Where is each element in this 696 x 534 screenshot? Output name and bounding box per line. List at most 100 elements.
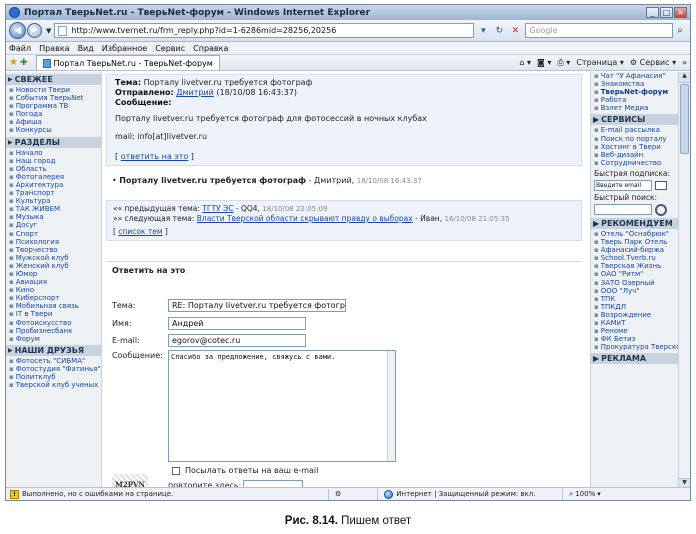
tools-menu[interactable]: ⚙ Сервис ▾	[630, 58, 676, 67]
menu-file[interactable]: Файл	[9, 44, 31, 53]
sidebar-item[interactable]: ▪ Тверской клуб ученых	[6, 381, 101, 389]
post-author-link[interactable]: Дмитрий	[176, 88, 214, 97]
sidebar-item[interactable]: ▪ Пробизнесбанк	[6, 327, 101, 335]
sidebar-item[interactable]: ▪ События ТверьNet	[6, 94, 101, 102]
right-link-item[interactable]: ▪ School.Tverb.ru	[591, 254, 678, 262]
right-link-item[interactable]: ▪ Поиск по порталу	[591, 135, 678, 143]
topic-list-link[interactable]: список тем	[118, 227, 162, 236]
url-field[interactable]: http://www.tvernet.ru/frm_reply.php?id=1…	[54, 23, 475, 38]
right-link-item[interactable]: ▪ Тверь Парк Отель	[591, 238, 678, 246]
email-field[interactable]: egorov@cotec.ru	[168, 334, 306, 347]
sidebar-item[interactable]: ▪ Мобильная связь	[6, 302, 101, 310]
sidebar-item[interactable]: ▪ Политклуб	[6, 373, 101, 381]
right-link-item[interactable]: ▪Прокуратура Тверской области	[591, 343, 678, 351]
menu-edit[interactable]: Правка	[39, 44, 69, 53]
thread-title[interactable]: Порталу livetver.ru требуется фотограф	[119, 176, 306, 185]
scroll-thumb[interactable]	[680, 84, 689, 154]
search-input[interactable]: Google	[525, 23, 673, 38]
sidebar-item[interactable]: ▪ Музыка	[6, 213, 101, 221]
right-link-item[interactable]: ▪ Возрождение	[591, 311, 678, 319]
right-link-item[interactable]: ▪ Отель "Оснабрюк"	[591, 230, 678, 238]
right-link-item[interactable]: ▪ Взлет Медиа	[591, 104, 678, 112]
sidebar-item[interactable]: ▪ Фотостудия "Фатинья"	[6, 365, 101, 373]
sidebar-item[interactable]: ▪ Юмор	[6, 270, 101, 278]
textarea-scrollbar[interactable]	[387, 351, 395, 461]
name-field[interactable]: Андрей	[168, 317, 306, 330]
notify-checkbox[interactable]	[172, 466, 180, 475]
print-icon[interactable]: ⎙ ▾	[557, 58, 570, 68]
sidebar-item[interactable]: ▪ Фотосеть "СИБМА"	[6, 357, 101, 365]
right-link-item[interactable]: ▪ Афанасий-биржа	[591, 246, 678, 254]
back-button[interactable]: ◀	[9, 22, 26, 39]
chevron-right-icon[interactable]: »	[682, 58, 687, 67]
right-link-item[interactable]: ▪ Работа	[591, 96, 678, 104]
menu-view[interactable]: Вид	[78, 44, 94, 53]
url-dropdown-icon[interactable]: ▾	[476, 24, 490, 38]
menu-help[interactable]: Справка	[193, 44, 228, 53]
zoom-level[interactable]: 100%	[575, 490, 595, 498]
sidebar-item[interactable]: ▪ Наш город	[6, 157, 101, 165]
right-link-item[interactable]: ▪ ТПК	[591, 295, 678, 303]
magnifier-icon[interactable]	[655, 203, 667, 216]
sidebar-item[interactable]: ▪ Конкурсы	[6, 126, 101, 134]
subscribe-input[interactable]: Введите email	[594, 179, 652, 191]
page-menu[interactable]: Страница ▾	[576, 58, 624, 67]
menu-favorites[interactable]: Избранное	[102, 44, 147, 53]
right-link-item[interactable]: ▪ ЗАТО Озерный	[591, 279, 678, 287]
sidebar-item[interactable]: ▪ Форум	[6, 335, 101, 343]
forward-button[interactable]: ▶	[27, 23, 42, 38]
right-link-item[interactable]: ▪ ООО "Луч"	[591, 287, 678, 295]
sidebar-item[interactable]: ▪ Начало	[6, 149, 101, 157]
sidebar-item[interactable]: ▪ Фотогалерея	[6, 173, 101, 181]
right-link-item[interactable]: ▪ Хостинг в Твери	[591, 143, 678, 151]
stop-icon[interactable]: ✕	[508, 24, 522, 38]
sidebar-item[interactable]: ▪ Новости Твери	[6, 86, 101, 94]
tab-current[interactable]: Портал ТверьNet.ru - ТверьNet-форум	[35, 55, 220, 70]
right-link-item[interactable]: ▪ Тверская Жизнь	[591, 262, 678, 270]
sidebar-item[interactable]: ▪ ТАК ЖИВЕМ	[6, 205, 101, 213]
warning-icon[interactable]: !	[10, 489, 19, 499]
menu-tools[interactable]: Сервис	[155, 44, 185, 53]
quick-search-input[interactable]	[594, 204, 652, 216]
scroll-up-icon[interactable]: ▲	[679, 72, 690, 83]
right-link-item[interactable]: ▪ Сотрудничество	[591, 159, 678, 167]
right-link-item[interactable]: ▪ Знакомства	[591, 80, 678, 88]
right-link-item[interactable]: ▪ E-mail рассылка	[591, 126, 678, 134]
add-favorite-icon[interactable]: ✚	[20, 58, 28, 68]
sidebar-item[interactable]: ▪ Транспорт	[6, 189, 101, 197]
zoom-dropdown-icon[interactable]: ▾	[597, 490, 601, 498]
right-link-item[interactable]: ▪ Чат "У Афанасия"	[591, 72, 678, 80]
right-link-item[interactable]: ▪ ОАО "Ритм"	[591, 270, 678, 278]
subject-field[interactable]: RE: Порталу livetver.ru требуется фотогр	[168, 299, 346, 312]
sidebar-item[interactable]: ▪ Фотоискусство	[6, 319, 101, 327]
refresh-icon[interactable]: ↻	[492, 24, 506, 38]
sidebar-item[interactable]: ▪ Творчество	[6, 246, 101, 254]
page-scrollbar[interactable]: ▲ ▼	[678, 72, 690, 489]
maximize-button[interactable]: □	[660, 7, 673, 18]
reply-link[interactable]: ответить на это	[121, 152, 189, 161]
sidebar-item[interactable]: ▪ Мужской клуб	[6, 254, 101, 262]
sidebar-item[interactable]: ▪ Киберспорт	[6, 294, 101, 302]
right-link-item[interactable]: ▪ Веб-дизайн	[591, 151, 678, 159]
sidebar-item[interactable]: ▪ Спорт	[6, 230, 101, 238]
sidebar-item[interactable]: ▪ Авиация	[6, 278, 101, 286]
search-icon[interactable]: ⌕	[673, 25, 687, 36]
minimize-button[interactable]: _	[646, 7, 659, 18]
feeds-icon[interactable]: ◙ ▾	[537, 58, 551, 67]
next-topic-link[interactable]: Власти Тверской области скрывают правду …	[197, 214, 413, 223]
favorites-star-icon[interactable]: ★	[9, 57, 18, 68]
message-textarea[interactable]: Спасибо за предложение, свяжусь с вами.	[168, 350, 396, 462]
sidebar-item[interactable]: ▪ Психология	[6, 238, 101, 246]
sidebar-item[interactable]: ▪ Афиша	[6, 118, 101, 126]
sidebar-item[interactable]: ▪ Культура	[6, 197, 101, 205]
right-link-item[interactable]: ▪ ТПКДЛ	[591, 303, 678, 311]
sidebar-item[interactable]: ▪ Кино	[6, 286, 101, 294]
close-button[interactable]: ×	[674, 7, 687, 18]
right-link-item[interactable]: ▪ Реноме	[591, 327, 678, 335]
zone-text[interactable]: Интернет | Защищенный режим: вкл.	[396, 490, 556, 498]
sidebar-item[interactable]: ▪ Программа ТВ	[6, 102, 101, 110]
sidebar-item[interactable]: ▪ Архитектура	[6, 181, 101, 189]
right-link-item[interactable]: ▪ КАМиТ	[591, 319, 678, 327]
home-icon[interactable]: ⌂ ▾	[519, 58, 531, 67]
sidebar-item[interactable]: ▪ Погода	[6, 110, 101, 118]
